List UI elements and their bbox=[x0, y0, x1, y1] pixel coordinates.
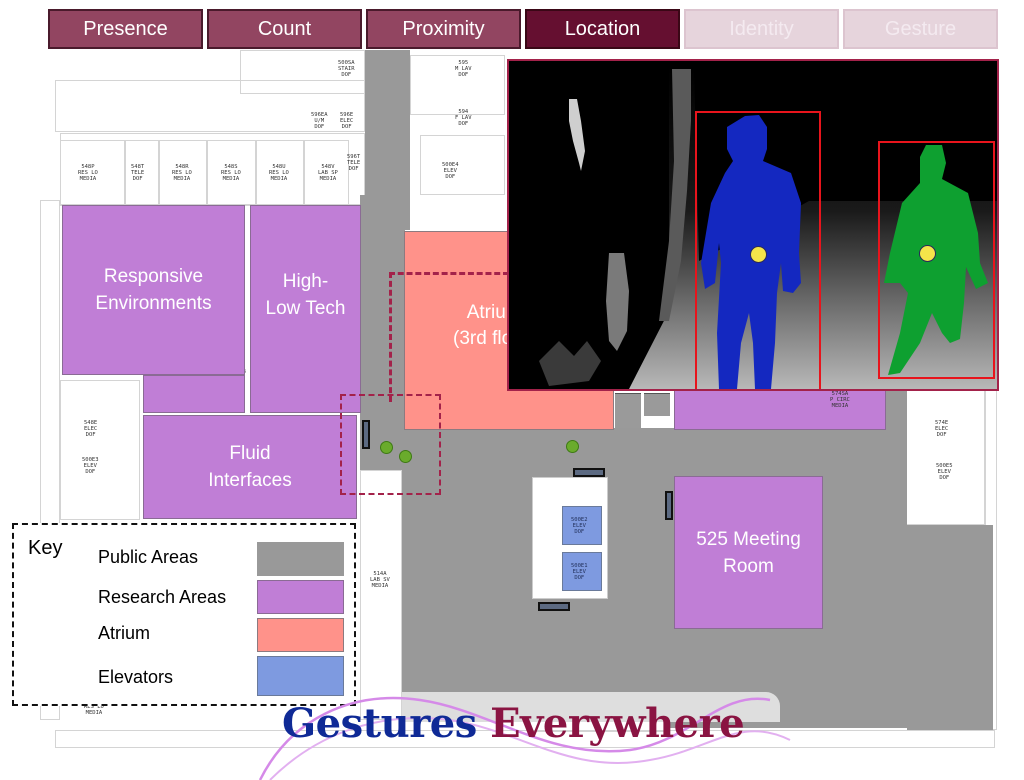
legend-swatch-atrium bbox=[257, 618, 344, 652]
title-word-gestures: Gestures bbox=[282, 700, 477, 747]
stairs bbox=[614, 392, 672, 428]
sensor-marker[interactable] bbox=[665, 491, 673, 520]
title-word-everywhere: Everywhere bbox=[490, 700, 745, 747]
room-label-500e3: 500E3 ELEV DOF bbox=[82, 457, 99, 475]
depth-object bbox=[569, 99, 585, 171]
research-area-525-meeting-room[interactable]: 525 Meeting Room bbox=[674, 476, 823, 629]
legend-key: Key Public Areas Research Areas Atrium E… bbox=[12, 523, 356, 706]
tab-label: Identity bbox=[729, 17, 794, 40]
plan-wall bbox=[60, 380, 140, 520]
depth-object bbox=[539, 341, 601, 386]
tab-underline bbox=[680, 59, 998, 60]
tab-count[interactable]: Count bbox=[207, 9, 362, 49]
room-label-596t: 596T TELE DOF bbox=[347, 154, 361, 172]
research-area-fluid-interfaces[interactable]: Fluid Interfaces bbox=[143, 415, 357, 519]
room-label-594: 594 F LAV DOF bbox=[455, 109, 472, 127]
research-area-label: Responsive Environments bbox=[95, 266, 212, 314]
tab-proximity[interactable]: Proximity bbox=[366, 9, 521, 49]
room-label-548e: 548E ELEC DOF bbox=[84, 420, 98, 438]
room-label-574e: 574E ELEC DOF bbox=[935, 420, 949, 438]
public-area-southeast bbox=[907, 525, 993, 730]
room-label-548r: 548R RES LO MEDIA bbox=[172, 164, 192, 182]
room-label-548v: 548V LAB SP MEDIA bbox=[318, 164, 338, 182]
tab-gesture[interactable]: Gesture bbox=[843, 9, 998, 49]
research-area-574sa[interactable] bbox=[674, 390, 886, 430]
room-label-500e4: 500E4 ELEV DOF bbox=[442, 162, 459, 180]
plan-wall bbox=[420, 135, 505, 195]
tab-label: Gesture bbox=[884, 17, 957, 40]
room-label-514a: 514A LAB SV MEDIA bbox=[370, 571, 390, 589]
legend-title: Key bbox=[28, 537, 63, 559]
plan-wall bbox=[905, 390, 985, 525]
tab-label: Location bbox=[564, 17, 641, 40]
room-label-596e: 596E ELEC DOF bbox=[340, 112, 354, 130]
room-label-548p: 548P RES LO MEDIA bbox=[78, 164, 98, 182]
depth-camera-view[interactable] bbox=[507, 59, 999, 391]
tab-location[interactable]: Location bbox=[525, 9, 680, 49]
room-label-595: 595 M LAV DOF bbox=[455, 60, 472, 78]
legend-label-public: Public Areas bbox=[98, 547, 199, 567]
room-label-500e2: 500E2 ELEV DOF bbox=[571, 517, 588, 535]
room-label-548u: 548U RES LO MEDIA bbox=[269, 164, 289, 182]
research-area-high-low-tech[interactable]: High- Low Tech bbox=[250, 205, 361, 413]
tab-presence[interactable]: Presence bbox=[48, 9, 203, 49]
legend-label-atrium: Atrium bbox=[98, 623, 151, 643]
elevator-500e2: 500E2 ELEV DOF bbox=[562, 506, 602, 545]
elevator-500e1: 500E1 ELEV DOF bbox=[562, 552, 602, 591]
research-area-label: High- Low Tech bbox=[265, 271, 346, 319]
room-label-548s: 548S RES LO MEDIA bbox=[221, 164, 241, 182]
sensor-marker[interactable] bbox=[573, 468, 605, 477]
legend-swatch-public bbox=[257, 542, 344, 576]
person-centroid-marker bbox=[750, 246, 767, 263]
tracked-person-silhouette bbox=[884, 145, 988, 375]
room-label-500e5: 500E5 ELEV DOF bbox=[936, 463, 953, 481]
research-area-label: Fluid Interfaces bbox=[208, 443, 292, 491]
room-label-500sa: 500SA STAIR DOF bbox=[338, 60, 355, 78]
room-label-548t: 548T TELE DOF bbox=[131, 164, 145, 182]
research-area-responsive-environments[interactable]: Responsive Environments bbox=[62, 205, 245, 375]
room-label-574sa: 574SA P CIRC MEDIA bbox=[830, 391, 850, 409]
tab-label: Proximity bbox=[402, 17, 485, 40]
tracked-person-dot[interactable] bbox=[566, 440, 579, 453]
legend-label-elevators: Elevators bbox=[98, 667, 174, 687]
tab-label: Presence bbox=[83, 17, 168, 40]
research-area-548-strip[interactable] bbox=[143, 375, 245, 413]
room-label-596ea: 596EA U/M DOF bbox=[311, 112, 328, 130]
sensor-marker[interactable] bbox=[538, 602, 570, 611]
tab-identity[interactable]: Identity bbox=[684, 9, 839, 49]
room-label-500e1: 500E1 ELEV DOF bbox=[571, 563, 588, 581]
person-centroid-marker bbox=[919, 245, 936, 262]
research-area-label: 525 Meeting Room bbox=[696, 528, 801, 577]
legend-swatch-research bbox=[257, 580, 344, 614]
page-title: Gestures Everywhere bbox=[282, 700, 745, 747]
tab-label: Count bbox=[257, 17, 312, 40]
depth-object bbox=[606, 253, 629, 351]
legend-label-research: Research Areas bbox=[98, 587, 227, 607]
sensor-range-outline bbox=[340, 394, 441, 495]
sensor-range-outline bbox=[389, 272, 509, 402]
